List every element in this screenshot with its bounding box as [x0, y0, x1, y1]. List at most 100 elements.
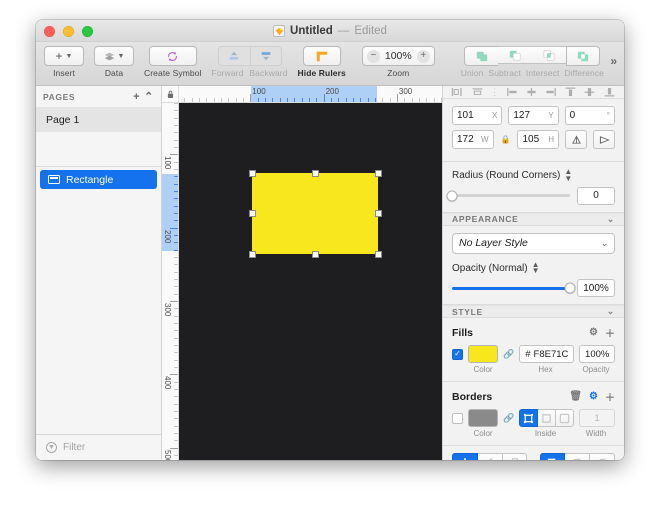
zoom-in-button[interactable]: + — [417, 50, 430, 63]
border-enabled-checkbox[interactable] — [452, 413, 463, 424]
toolbar-overflow-button[interactable]: » — [610, 54, 617, 68]
border-position-inside[interactable] — [519, 409, 538, 427]
chevron-up-icon[interactable]: ⌃ — [144, 90, 154, 103]
align-left-icon[interactable] — [451, 86, 464, 98]
rotation-field[interactable]: 0 ° — [565, 106, 615, 125]
selection-handle[interactable] — [375, 210, 382, 217]
align-left-edge-icon[interactable] — [506, 86, 519, 98]
end-butt-cap-button[interactable] — [452, 453, 478, 460]
toolbar-item-insert[interactable]: + ▼ Insert — [44, 46, 84, 78]
align-center-horizontal-icon[interactable] — [471, 86, 484, 98]
join-round-button[interactable] — [565, 453, 590, 460]
width-field[interactable]: 172 W — [452, 130, 494, 149]
chevron-down-icon[interactable]: ⌄ — [607, 214, 615, 225]
difference-button[interactable] — [566, 46, 600, 66]
plus-icon[interactable]: + — [133, 91, 140, 103]
horizontal-ruler[interactable]: 100200300400500 — [179, 86, 442, 103]
plus-icon[interactable]: ＋ — [605, 389, 615, 404]
filter-input[interactable]: Filter — [63, 442, 85, 453]
link-icon[interactable]: 🔗 — [503, 349, 514, 360]
chevron-down-icon[interactable]: ⌄ — [607, 306, 615, 317]
app-window: Untitled — Edited + ▼ Insert — [36, 20, 624, 460]
gear-icon[interactable]: ⚙ — [589, 327, 598, 338]
stepper-icon[interactable]: ▲▼ — [564, 169, 572, 183]
create-symbol-button[interactable] — [149, 46, 197, 66]
align-middle-icon[interactable] — [583, 86, 596, 98]
insert-button[interactable]: + ▼ — [44, 46, 84, 66]
selection-handle[interactable] — [249, 170, 256, 177]
backward-button[interactable] — [250, 46, 282, 66]
style-section-header[interactable]: STYLE ⌄ — [443, 305, 624, 318]
radius-section: Radius (Round Corners) ▲▼ 0 — [443, 162, 624, 213]
opacity-slider[interactable] — [452, 287, 570, 290]
toolbar-item-boolean-ops[interactable]: Union Subtract Intersect Difference — [461, 46, 604, 78]
align-right-edge-icon[interactable] — [544, 86, 557, 98]
fill-opacity-field[interactable]: 100% — [579, 345, 615, 363]
subtract-caption: Subtract — [488, 68, 520, 78]
selection-handle[interactable] — [312, 170, 319, 177]
align-center-icon[interactable] — [525, 86, 538, 98]
y-field[interactable]: 127 Y — [508, 106, 558, 125]
x-field[interactable]: 101 X — [452, 106, 502, 125]
stepper-icon[interactable]: ▲▼ — [532, 262, 540, 276]
zoom-out-button[interactable]: − — [367, 50, 380, 63]
selection-handle[interactable] — [249, 251, 256, 258]
join-bevel-button[interactable] — [590, 453, 615, 460]
appearance-section-header[interactable]: APPEARANCE ⌄ — [443, 213, 624, 226]
align-bottom-icon[interactable] — [603, 86, 616, 98]
border-position-center[interactable] — [538, 409, 556, 427]
layer-style-select[interactable]: No Layer Style ⌄ — [452, 233, 615, 254]
distribute-horizontal-icon[interactable]: ⋮ — [490, 87, 499, 98]
flip-vertical-button[interactable] — [593, 130, 615, 149]
lock-aspect-icon[interactable]: 🔒 — [501, 135, 511, 144]
toolbar-item-create-symbol[interactable]: Create Symbol — [144, 46, 202, 78]
filter-bar[interactable]: ▼ Filter — [36, 434, 161, 460]
gear-icon[interactable]: ⚙ — [589, 391, 598, 402]
toolbar-item-data[interactable]: ▼ Data — [94, 46, 134, 78]
fill-enabled-checkbox[interactable]: ✓ — [452, 349, 463, 360]
selection-handle[interactable] — [375, 251, 382, 258]
layer-list-item-rectangle[interactable]: Rectangle — [40, 170, 157, 189]
zoom-control[interactable]: − 100% + — [362, 46, 435, 66]
radius-slider[interactable] — [452, 194, 570, 197]
intersect-button[interactable] — [532, 46, 566, 64]
border-position-outside[interactable] — [556, 409, 574, 427]
border-outside-icon — [559, 413, 570, 424]
selection-handle[interactable] — [249, 210, 256, 217]
vertical-ruler[interactable]: 100200300400500 — [162, 103, 179, 460]
opacity-value-field[interactable]: 100% — [577, 279, 615, 297]
toolbar-item-zoom[interactable]: − 100% + Zoom — [362, 46, 435, 78]
forward-button[interactable] — [218, 46, 250, 66]
ruler-tick — [174, 103, 178, 104]
trash-icon[interactable]: 🗑 — [569, 391, 582, 402]
link-icon[interactable]: 🔗 — [503, 413, 514, 424]
plus-icon[interactable]: ＋ — [605, 325, 615, 340]
toolbar-item-hide-rulers[interactable]: Hide Rulers — [298, 46, 346, 78]
hide-rulers-button[interactable] — [303, 46, 341, 66]
end-round-cap-button[interactable] — [478, 453, 503, 460]
border-width-field[interactable]: 1 — [579, 409, 615, 427]
height-field[interactable]: 105 H — [517, 130, 559, 149]
radius-value-field[interactable]: 0 — [577, 187, 615, 205]
ruler-tick — [174, 294, 178, 295]
filter-icon: ▼ — [46, 442, 57, 453]
create-symbol-caption: Create Symbol — [144, 68, 202, 78]
data-button[interactable]: ▼ — [94, 46, 134, 66]
rectangle-shape[interactable] — [252, 173, 378, 254]
end-square-cap-button[interactable] — [503, 453, 528, 460]
page-list-item[interactable]: Page 1 — [36, 108, 161, 132]
join-miter-button[interactable] — [540, 453, 566, 460]
subtract-button[interactable] — [498, 46, 532, 64]
lock-icon[interactable] — [162, 86, 179, 103]
ruler-tick — [174, 162, 178, 163]
drawing-canvas[interactable] — [179, 103, 442, 460]
fill-color-swatch[interactable] — [468, 345, 498, 363]
flip-horizontal-button[interactable] — [565, 130, 587, 149]
align-top-icon[interactable] — [564, 86, 577, 98]
selection-handle[interactable] — [375, 170, 382, 177]
border-color-swatch[interactable] — [468, 409, 498, 427]
fill-hex-field[interactable]: # F8E71C — [519, 345, 574, 363]
union-button[interactable] — [464, 46, 498, 66]
toolbar-item-forward[interactable]: Forward Backward — [212, 46, 288, 78]
selection-handle[interactable] — [312, 251, 319, 258]
